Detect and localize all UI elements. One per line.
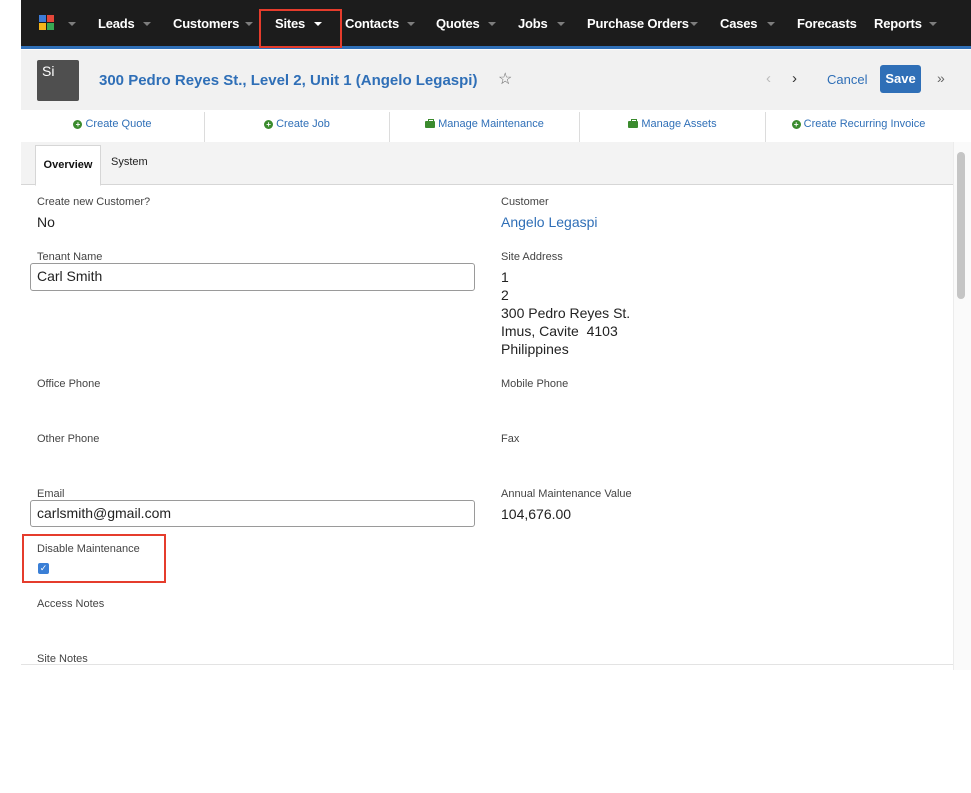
create-new-customer-label: Create new Customer? — [37, 196, 151, 208]
nav-accent-bar — [21, 46, 971, 49]
sites-highlight-box — [259, 9, 342, 48]
address-line: Philippines — [501, 341, 569, 357]
annual-maintenance-value: 104,676.00 — [501, 506, 572, 522]
customer-link[interactable]: Angelo Legaspi — [501, 214, 598, 230]
nav-item-customers[interactable]: Customers — [173, 16, 239, 31]
office-phone-label: Office Phone — [37, 378, 101, 390]
action-bar: + Create Quote + Create Job Manage Mainten… — [21, 110, 971, 143]
manage-assets-button[interactable]: Manage Assets — [580, 110, 765, 142]
nav-item-quotes[interactable]: Quotes — [436, 16, 480, 31]
nav-item-reports[interactable]: Reports — [874, 16, 922, 31]
email-input[interactable]: carlsmith@gmail.com — [30, 500, 475, 527]
top-nav: Leads Customers Sites Contacts Quotes Jo… — [21, 0, 971, 46]
nav-item-leads[interactable]: Leads — [98, 16, 135, 31]
app-window: Leads Customers Sites Contacts Quotes Jo… — [21, 0, 971, 670]
manage-assets-label: Manage Assets — [641, 118, 717, 130]
nav-item-jobs[interactable]: Jobs — [518, 16, 548, 31]
tab-system[interactable]: System — [111, 156, 148, 168]
customer-label: Customer — [501, 196, 549, 208]
avatar-initials: Si — [42, 63, 55, 79]
create-quote-button[interactable]: + Create Quote — [21, 110, 204, 142]
tab-overview[interactable]: Overview — [35, 145, 101, 186]
content-bottom-divider — [21, 664, 953, 665]
create-recurring-invoice-label: Create Recurring Invoice — [803, 118, 926, 130]
nav-customers-caret-icon[interactable] — [245, 22, 253, 26]
fax-label: Fax — [501, 433, 520, 445]
briefcase-icon — [628, 118, 639, 128]
address-line: 300 Pedro Reyes St. — [501, 305, 631, 321]
next-record-icon[interactable]: › — [792, 70, 797, 87]
address-line: 1 — [501, 269, 509, 285]
disable-maintenance-highlight-box — [22, 534, 166, 583]
nav-jobs-caret-icon[interactable] — [557, 22, 565, 26]
record-avatar: Si — [37, 60, 79, 101]
plus-icon: + — [791, 119, 801, 129]
other-phone-label: Other Phone — [37, 433, 100, 445]
create-recurring-invoice-button[interactable]: + Create Recurring Invoice — [766, 110, 951, 142]
site-address-label: Site Address — [501, 251, 563, 263]
address-line: Imus, Cavite 4103 — [501, 323, 618, 339]
logo-dropdown-caret-icon[interactable] — [68, 22, 76, 26]
email-label: Email — [37, 488, 65, 500]
nav-item-contacts[interactable]: Contacts — [345, 16, 399, 31]
tenant-name-input[interactable]: Carl Smith — [30, 263, 475, 291]
record-header: Si 300 Pedro Reyes St., Level 2, Unit 1 … — [21, 50, 971, 110]
tab-bar: Overview System — [21, 142, 953, 186]
nav-leads-caret-icon[interactable] — [143, 22, 151, 26]
save-button[interactable]: Save — [880, 65, 921, 93]
nav-cases-caret-icon[interactable] — [767, 22, 775, 26]
site-address-value: 1 2 300 Pedro Reyes St. Imus, Cavite 410… — [501, 268, 630, 358]
manage-maintenance-button[interactable]: Manage Maintenance — [390, 110, 579, 142]
plus-icon: + — [264, 119, 274, 129]
create-quote-label: Create Quote — [85, 118, 152, 130]
more-actions-icon[interactable]: » — [937, 70, 945, 86]
star-icon[interactable]: ☆ — [498, 69, 512, 89]
create-job-button[interactable]: + Create Job — [205, 110, 389, 142]
cancel-button[interactable]: Cancel — [827, 72, 867, 87]
nav-reports-caret-icon[interactable] — [929, 22, 937, 26]
record-title: 300 Pedro Reyes St., Level 2, Unit 1 (An… — [99, 72, 478, 89]
nav-purchase-orders-caret-icon[interactable] — [690, 22, 698, 26]
briefcase-icon — [425, 118, 436, 128]
app-logo-icon[interactable] — [39, 15, 55, 31]
previous-record-icon[interactable]: ‹ — [766, 70, 771, 87]
nav-contacts-caret-icon[interactable] — [407, 22, 415, 26]
annual-maintenance-value-label: Annual Maintenance Value — [501, 488, 632, 500]
plus-icon: + — [73, 119, 83, 129]
nav-item-cases[interactable]: Cases — [720, 16, 758, 31]
create-job-label: Create Job — [276, 118, 330, 130]
mobile-phone-label: Mobile Phone — [501, 378, 569, 390]
tenant-name-label: Tenant Name — [37, 251, 103, 263]
nav-item-purchase-orders[interactable]: Purchase Orders — [587, 16, 689, 31]
access-notes-label: Access Notes — [37, 598, 105, 610]
address-line: 2 — [501, 287, 509, 303]
nav-quotes-caret-icon[interactable] — [488, 22, 496, 26]
nav-item-forecasts[interactable]: Forecasts — [797, 16, 857, 31]
manage-maintenance-label: Manage Maintenance — [438, 118, 544, 130]
create-new-customer-value: No — [37, 214, 55, 230]
scrollbar-thumb[interactable] — [957, 152, 965, 299]
